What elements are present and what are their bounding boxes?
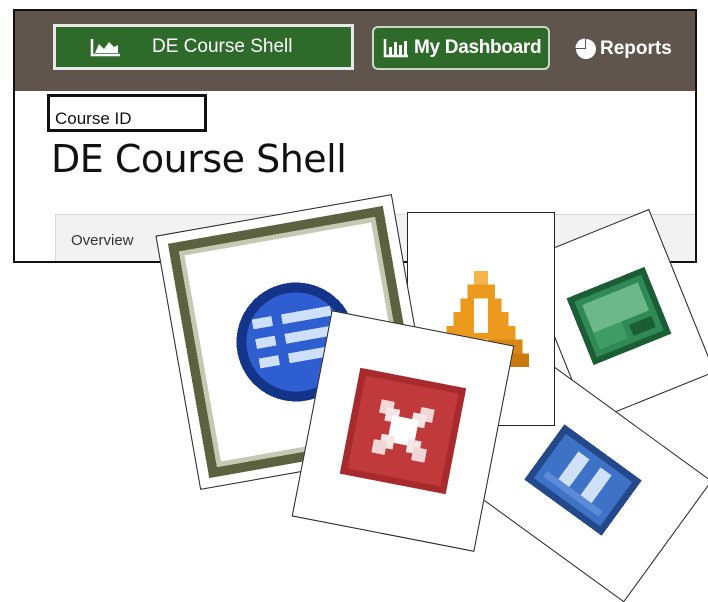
tab-overview[interactable]: Overview — [71, 232, 134, 249]
green-document-icon — [566, 266, 672, 366]
reports-label: Reports — [600, 38, 672, 59]
bar-chart-icon — [383, 39, 408, 58]
red-x-card — [291, 310, 515, 552]
red-x-icon — [339, 367, 467, 495]
page-title: DE Course Shell — [51, 137, 347, 181]
course-shell-button[interactable]: DE Course Shell — [53, 24, 354, 70]
my-dashboard-button[interactable]: My Dashboard — [372, 26, 550, 70]
course-shell-button-label: DE Course Shell — [152, 36, 293, 57]
pie-chart-icon — [575, 38, 596, 59]
my-dashboard-label: My Dashboard — [414, 37, 542, 58]
reports-link[interactable]: Reports — [575, 38, 672, 60]
blue-edit-icon — [524, 424, 642, 536]
area-chart-icon — [90, 39, 120, 57]
course-id-label: Course ID — [55, 109, 132, 128]
